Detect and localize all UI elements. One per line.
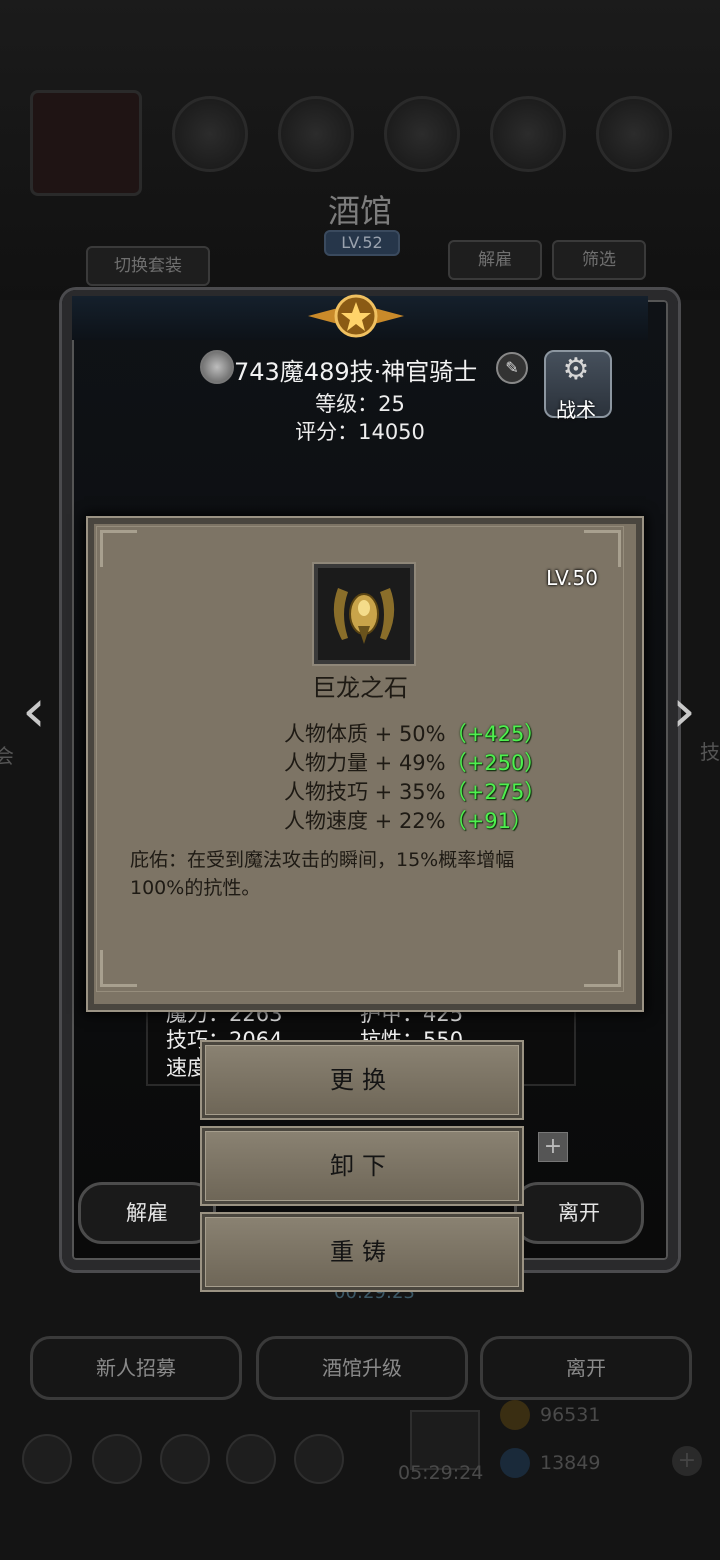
gem-amount: 13849 <box>540 1452 601 1474</box>
menu-icon[interactable] <box>22 1434 72 1484</box>
menu-icon[interactable] <box>226 1434 276 1484</box>
dismiss-top-button[interactable]: 解雇 <box>448 240 542 280</box>
attribute-row: 人物技巧 + 35%（+275） <box>284 776 564 804</box>
top-slot-icon <box>384 96 460 172</box>
top-slot-red <box>30 90 142 196</box>
unequip-button[interactable]: 卸下 <box>202 1128 522 1204</box>
attribute-row: 人物速度 + 22%（+91） <box>284 805 564 833</box>
attribute-bonus: （+425） <box>445 722 546 746</box>
hero-score: 评分：14050 <box>295 420 425 444</box>
menu-icon[interactable] <box>160 1434 210 1484</box>
item-level: LV.50 <box>546 566 598 590</box>
add-resource-icon[interactable]: + <box>672 1446 702 1476</box>
tavern-level: LV.52 <box>324 230 400 256</box>
bottom-leave-button[interactable]: 离开 <box>480 1336 692 1400</box>
attribute-bonus: （+250） <box>445 751 546 775</box>
filter-button[interactable]: 筛选 <box>552 240 646 280</box>
gear-icon: ⚙ <box>562 352 590 387</box>
item-name: 巨龙之石 <box>312 674 408 702</box>
attribute-label: 人物技巧 + 35% <box>284 780 446 804</box>
hero-level: 等级：25 <box>315 392 405 416</box>
top-slot-icon <box>490 96 566 172</box>
hero-name: 743魔489技·神官骑士 <box>234 358 478 386</box>
menu-icon[interactable] <box>294 1434 344 1484</box>
gold-coin-icon <box>500 1400 530 1430</box>
popup-corner-ornament <box>100 530 137 567</box>
popup-corner-ornament <box>584 530 621 567</box>
top-slot-icon <box>278 96 354 172</box>
attribute-row: 人物体质 + 50%（+425） <box>284 718 564 746</box>
top-slot-icon <box>596 96 672 172</box>
gift-box-icon[interactable] <box>410 1410 480 1470</box>
tavern-title: 酒馆 <box>327 192 392 230</box>
switch-outfit-button[interactable]: 切换套装 <box>86 246 210 286</box>
rank-emblem-icon <box>308 294 404 338</box>
attribute-label: 人物力量 + 49% <box>284 751 446 775</box>
hero-badge-icon <box>200 350 234 384</box>
gem-icon <box>500 1448 530 1478</box>
attribute-label: 人物速度 + 22% <box>284 809 446 833</box>
top-slot-icon <box>172 96 248 172</box>
replace-button[interactable]: 更换 <box>202 1042 522 1118</box>
dismiss-button[interactable]: 解雇 <box>78 1182 216 1244</box>
attribute-bonus: （+275） <box>445 780 546 804</box>
item-description: 庇佑：在受到魔法攻击的瞬间，15%概率增幅100%的抗性。 <box>130 849 515 899</box>
dragon-stone-icon <box>314 564 414 664</box>
gold-amount: 96531 <box>540 1404 601 1426</box>
menu-icon[interactable] <box>92 1434 142 1484</box>
attribute-bonus: （+91） <box>445 809 532 833</box>
popup-corner-ornament <box>584 950 621 987</box>
recruit-button[interactable]: 新人招募 <box>30 1336 242 1400</box>
attribute-label: 人物体质 + 50% <box>284 722 446 746</box>
plus-button[interactable]: + <box>538 1132 568 1162</box>
popup-corner-ornament <box>100 950 137 987</box>
tavern-upgrade-button[interactable]: 酒馆升级 <box>256 1336 468 1400</box>
edit-icon[interactable]: ✎ <box>496 352 528 384</box>
leave-button[interactable]: 离开 <box>514 1182 644 1244</box>
attribute-row: 人物力量 + 49%（+250） <box>284 747 564 775</box>
reforge-button[interactable]: 重铸 <box>202 1214 522 1290</box>
bottom-timer: 05:29:24 <box>398 1462 484 1484</box>
